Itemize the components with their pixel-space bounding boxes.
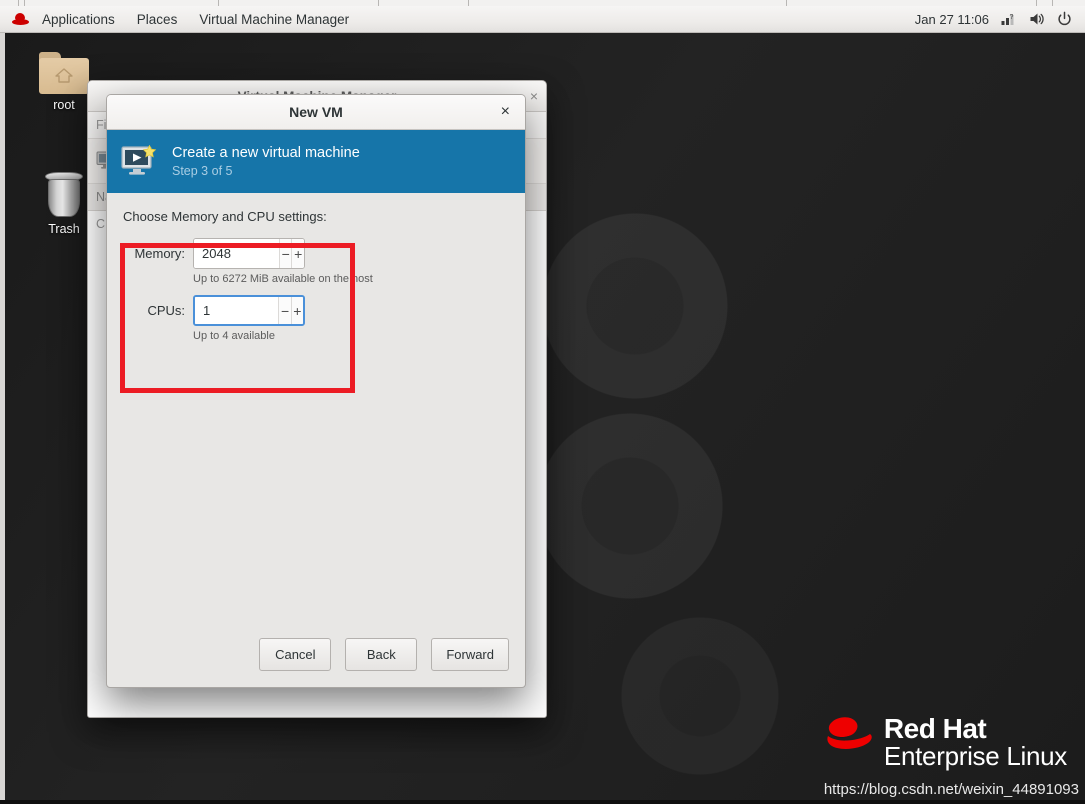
network-icon[interactable]: ? bbox=[1000, 11, 1017, 27]
memory-field-row: Memory: − + bbox=[123, 238, 509, 269]
cpus-decrement-button[interactable]: − bbox=[278, 297, 291, 324]
brand-line-2: Enterprise Linux bbox=[883, 741, 1067, 772]
memory-decrement-button[interactable]: − bbox=[278, 239, 292, 268]
memory-input[interactable] bbox=[194, 239, 279, 268]
svg-text:?: ? bbox=[1010, 14, 1014, 21]
power-icon[interactable] bbox=[1056, 11, 1073, 27]
forward-button[interactable]: Forward bbox=[431, 638, 509, 671]
dialog-content: Choose Memory and CPU settings: Memory: … bbox=[107, 193, 525, 638]
panel-window-virtual-machine-manager[interactable]: Virtual Machine Manager bbox=[188, 9, 360, 30]
dialog-banner: Create a new virtual machine Step 3 of 5 bbox=[107, 130, 525, 193]
top-panel: Applications Places Virtual Machine Mana… bbox=[0, 6, 1085, 33]
cpus-increment-button[interactable]: + bbox=[290, 297, 303, 324]
section-label: Choose Memory and CPU settings: bbox=[123, 209, 327, 224]
new-vm-dialog[interactable]: New VM × Create a new virtual machine St… bbox=[106, 94, 526, 688]
new-virtual-machine-icon bbox=[121, 144, 159, 179]
redhat-shadowman-icon bbox=[12, 12, 29, 26]
screen-left-edge bbox=[0, 6, 5, 804]
dialog-footer: Cancel Back Forward bbox=[107, 638, 525, 687]
cpus-stepper[interactable]: − + bbox=[193, 295, 305, 326]
desktop-screen: Applications Places Virtual Machine Mana… bbox=[0, 0, 1085, 804]
dialog-titlebar: New VM × bbox=[107, 95, 525, 130]
close-icon[interactable]: × bbox=[530, 89, 538, 103]
close-icon[interactable]: × bbox=[497, 102, 514, 122]
blog-url-watermark: https://blog.csdn.net/weixin_44891093 bbox=[823, 781, 1079, 798]
memory-stepper[interactable]: − + bbox=[193, 238, 305, 269]
screenshot-top-strip bbox=[0, 0, 1085, 6]
cpus-hint: Up to 4 available bbox=[193, 330, 275, 342]
screen-bottom-edge bbox=[0, 800, 1085, 804]
redhat-wordmark: Red Hat Enterprise Linux bbox=[883, 712, 1067, 772]
memory-increment-button[interactable]: + bbox=[291, 239, 304, 268]
panel-menu-applications[interactable]: Applications bbox=[31, 9, 126, 30]
panel-status-area: Jan 27 11:06 ? bbox=[915, 11, 1085, 27]
house-glyph-icon bbox=[55, 68, 73, 83]
home-folder-icon bbox=[39, 52, 89, 94]
cpus-label: CPUs: bbox=[147, 303, 185, 318]
memory-label: Memory: bbox=[134, 246, 185, 261]
back-button[interactable]: Back bbox=[345, 638, 418, 671]
cpus-field-row: CPUs: − + bbox=[123, 295, 509, 326]
volume-icon[interactable] bbox=[1028, 11, 1045, 27]
trash-icon bbox=[43, 172, 85, 218]
panel-clock[interactable]: Jan 27 11:06 bbox=[915, 12, 989, 27]
brand-line-1: Red Hat bbox=[883, 712, 987, 744]
cpus-input[interactable] bbox=[195, 297, 279, 324]
panel-menus: Applications Places Virtual Machine Mana… bbox=[0, 9, 360, 30]
panel-menu-places[interactable]: Places bbox=[126, 9, 189, 30]
redhat-enterprise-linux-watermark: Red Hat Enterprise Linux bbox=[817, 712, 1067, 772]
dialog-banner-step: Step 3 of 5 bbox=[172, 164, 233, 178]
dialog-banner-text: Create a new virtual machine Step 3 of 5 bbox=[172, 145, 360, 178]
cancel-button[interactable]: Cancel bbox=[259, 638, 332, 671]
dialog-banner-title: Create a new virtual machine bbox=[172, 145, 360, 161]
redhat-hat-icon bbox=[827, 717, 872, 749]
memory-hint: Up to 6272 MiB available on the host bbox=[193, 273, 373, 285]
dialog-title: New VM bbox=[289, 104, 343, 120]
